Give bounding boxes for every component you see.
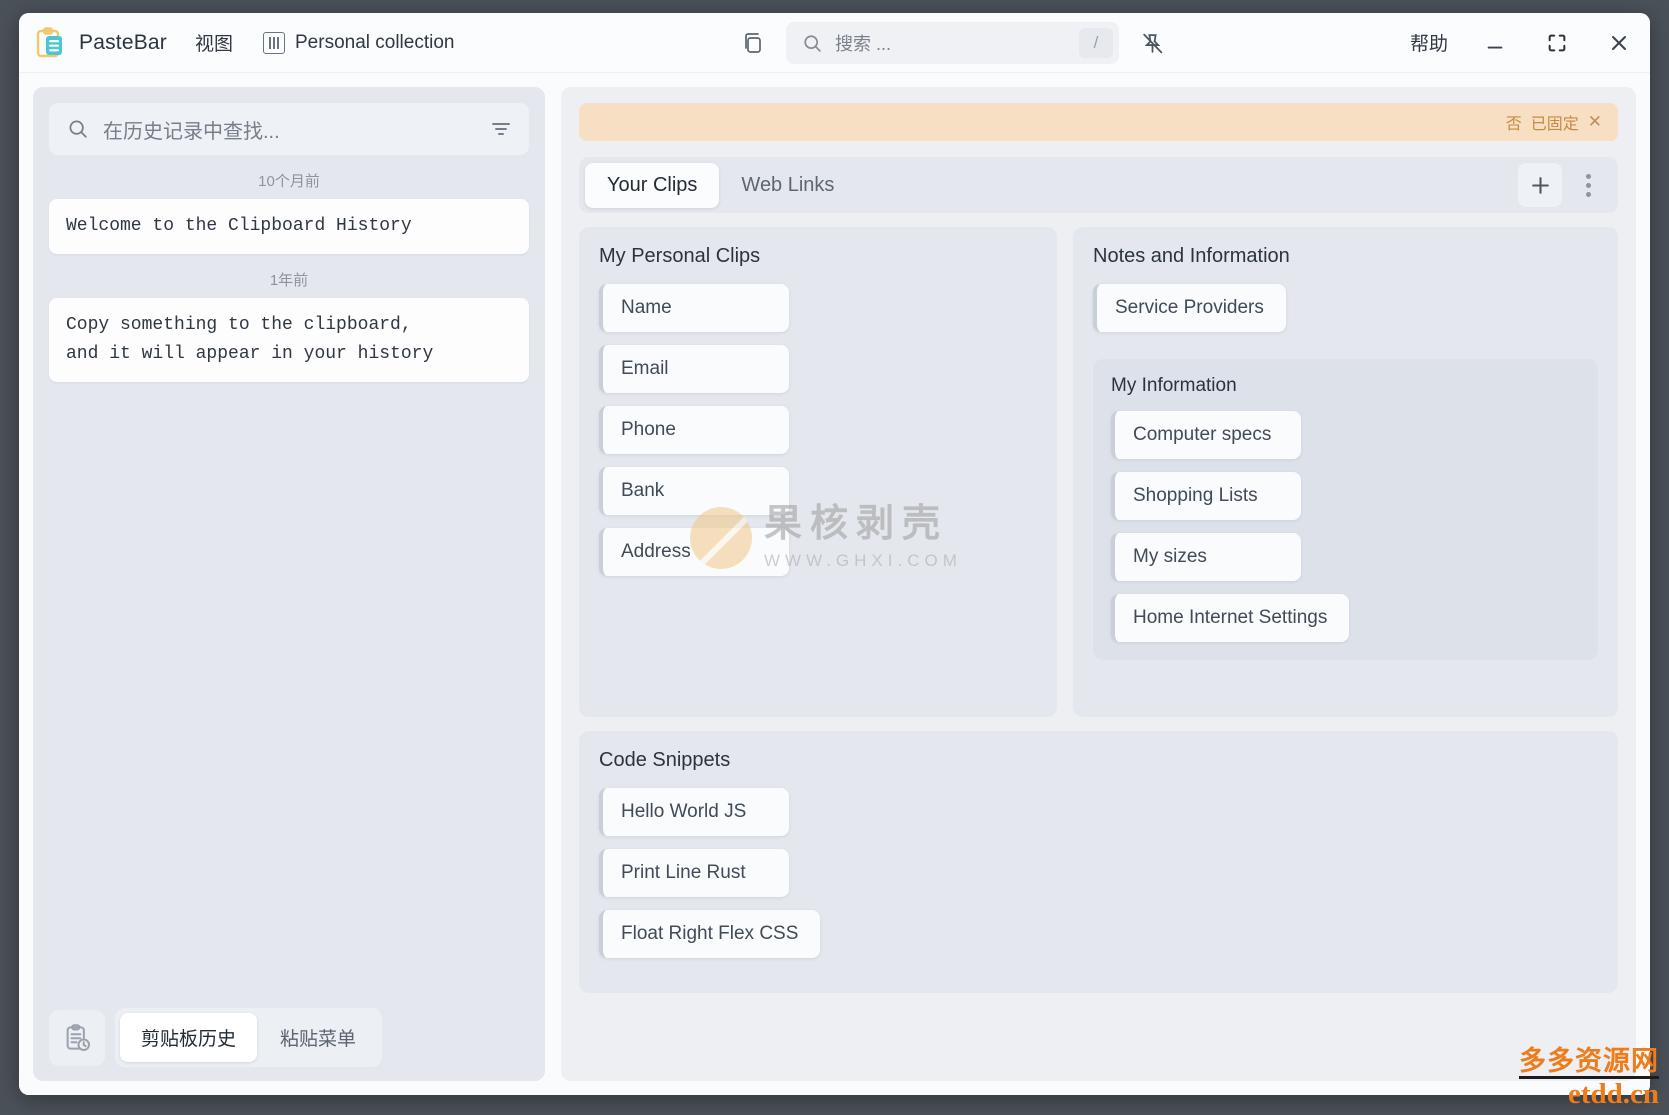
clipboard-logo-icon (33, 26, 67, 60)
subboard-my-information: My Information Computer specs Shopping L… (1093, 359, 1598, 660)
close-button[interactable] (1588, 13, 1650, 73)
app-window: PasteBar 视图 Personal collection 搜索 ... /… (19, 13, 1650, 1095)
history-clip-item[interactable]: Welcome to the Clipboard History (49, 199, 529, 255)
clip-item[interactable]: Email (599, 345, 789, 393)
clip-item[interactable]: Print Line Rust (599, 849, 789, 897)
search-input[interactable]: 搜索 ... / (786, 22, 1119, 64)
close-icon (1612, 35, 1626, 50)
help-menu[interactable]: 帮助 (1394, 29, 1464, 56)
board-title: Code Snippets (599, 749, 731, 771)
clip-item[interactable]: Address (599, 528, 789, 576)
clip-item[interactable]: Float Right Flex CSS (599, 910, 821, 958)
title-bar: PasteBar 视图 Personal collection 搜索 ... /… (19, 13, 1650, 73)
search-icon (69, 120, 87, 138)
clip-list: Computer specs Shopping Lists My sizes H… (1111, 411, 1580, 642)
sidebar-footer: 剪贴板历史 粘贴菜单 (49, 1008, 529, 1067)
clip-item[interactable]: Home Internet Settings (1111, 594, 1350, 642)
search-shortcut-key: / (1079, 28, 1113, 58)
clip-item[interactable]: Phone (599, 406, 789, 454)
more-vertical-icon (1585, 173, 1591, 197)
split-view-icon[interactable] (734, 24, 772, 62)
clip-item[interactable]: My sizes (1111, 533, 1301, 581)
history-search-input[interactable]: 在历史记录中查找... (49, 103, 529, 155)
plus-icon (1531, 176, 1549, 194)
clip-list: Hello World JS Print Line Rust Float Rig… (599, 788, 1598, 958)
history-clip-item[interactable]: Copy something to the clipboard, and it … (49, 298, 529, 383)
maximize-icon (1548, 34, 1566, 51)
tab-web-links[interactable]: Web Links (719, 163, 856, 208)
subboard-title: My Information (1111, 375, 1237, 396)
minimize-button[interactable] (1464, 13, 1526, 73)
add-tab-button[interactable] (1518, 163, 1562, 207)
unpin-icon[interactable] (1133, 24, 1171, 62)
close-icon[interactable]: ✕ (1588, 112, 1602, 132)
search-icon (804, 34, 821, 52)
clip-item[interactable]: Bank (599, 467, 789, 515)
filter-icon[interactable] (489, 117, 513, 141)
pinned-label-text: 已固定 (1530, 116, 1579, 133)
board-title: Notes and Information (1093, 245, 1290, 267)
clip-item[interactable]: Hello World JS (599, 788, 789, 836)
tabs-actions (1518, 163, 1610, 207)
window-body: 在历史记录中查找... 10个月前 Welcome to the Clipboa… (19, 73, 1650, 1095)
collection-selector[interactable]: Personal collection (263, 31, 455, 54)
board-title: My Personal Clips (599, 245, 761, 267)
sidebar-tab-paste-menu[interactable]: 粘贴菜单 (259, 1013, 377, 1062)
menu-view[interactable]: 视图 (195, 29, 233, 56)
sidebar-mode-switch: 剪贴板历史 粘贴菜单 (115, 1008, 383, 1067)
sidebar-tab-clipboard-history[interactable]: 剪贴板历史 (120, 1013, 258, 1062)
board-notes-and-information: Notes and Information Service Providers … (1073, 227, 1618, 717)
clip-item[interactable]: Service Providers (1093, 284, 1286, 332)
collection-name: Personal collection (295, 31, 455, 53)
search-placeholder: 搜索 ... (835, 34, 892, 54)
clips-tabs-bar: Your Clips Web Links (579, 157, 1618, 213)
pinned-label-no: 否 (1505, 116, 1522, 133)
boards-area: My Personal Clips Name Email Phone Bank … (579, 227, 1618, 993)
clip-item[interactable]: Shopping Lists (1111, 472, 1301, 520)
history-search-placeholder: 在历史记录中查找... (103, 120, 280, 143)
clipboard-history-sidebar: 在历史记录中查找... 10个月前 Welcome to the Clipboa… (33, 87, 545, 1081)
history-day-label: 1年前 (269, 272, 309, 290)
clipboard-clock-icon[interactable] (49, 1009, 105, 1066)
clip-item[interactable]: Computer specs (1111, 411, 1301, 459)
clip-item[interactable]: Name (599, 284, 789, 332)
tabs-more-menu-button[interactable] (1566, 163, 1610, 207)
maximize-button[interactable] (1526, 13, 1588, 73)
pinned-clips-bar: 否 已固定 ✕ (579, 103, 1618, 141)
history-day-label: 10个月前 (258, 173, 320, 190)
collection-columns-icon (263, 31, 285, 54)
board-my-personal-clips: My Personal Clips Name Email Phone Bank … (579, 227, 1057, 717)
tab-your-clips[interactable]: Your Clips (585, 162, 720, 208)
board-code-snippets: Code Snippets Hello World JS Print Line … (579, 731, 1618, 993)
app-brand-title: PasteBar (79, 30, 167, 54)
boards-top-row: My Personal Clips Name Email Phone Bank … (579, 227, 1618, 717)
clip-list: Name Email Phone Bank Address (599, 284, 1037, 576)
clips-main-panel: 否 已固定 ✕ Your Clips Web Links My Personal… (561, 87, 1636, 1081)
minimize-icon (1487, 46, 1503, 48)
titlebar-center-group: 搜索 ... / (734, 13, 1171, 73)
window-controls: 帮助 (1394, 13, 1650, 73)
